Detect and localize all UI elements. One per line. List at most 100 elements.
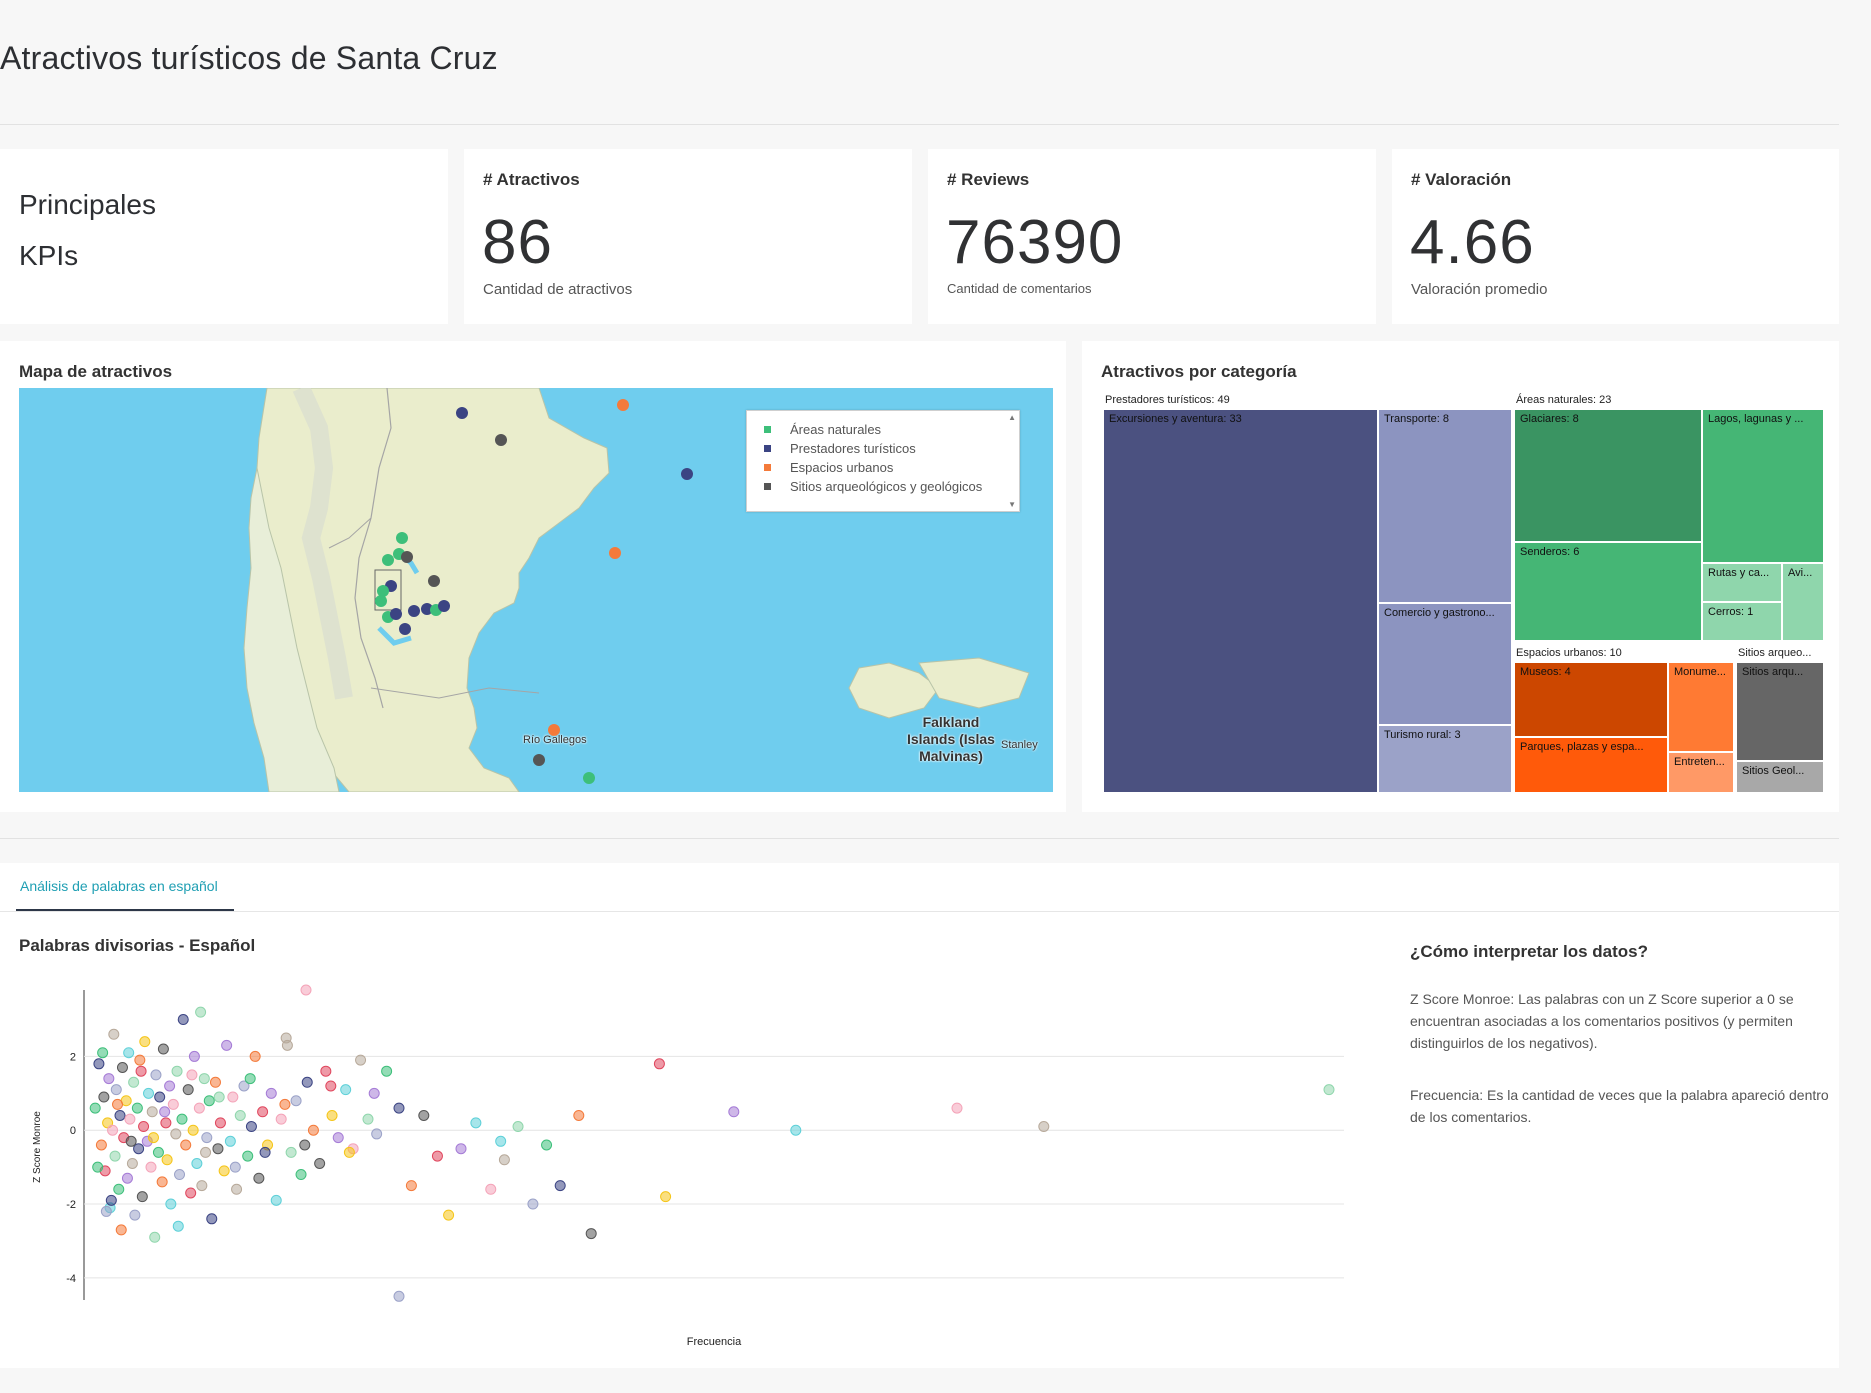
map-marker[interactable] bbox=[617, 399, 629, 411]
map-marker[interactable] bbox=[428, 575, 440, 587]
scatter-point[interactable] bbox=[126, 1157, 138, 1169]
map-canvas[interactable]: Río Gallegos Falkland Islands (Islas Mal… bbox=[19, 388, 1053, 792]
scatter-point[interactable] bbox=[188, 1050, 200, 1062]
map-marker[interactable] bbox=[399, 623, 411, 635]
scatter-point[interactable] bbox=[145, 1161, 157, 1173]
scatter-point[interactable] bbox=[152, 1146, 164, 1158]
treemap-cell-avi[interactable]: Avi... bbox=[1783, 564, 1825, 642]
scatter-point[interactable] bbox=[206, 1213, 218, 1225]
scatter-point[interactable] bbox=[285, 1146, 297, 1158]
treemap-cell-lagos[interactable]: Lagos, lagunas y ... bbox=[1703, 410, 1825, 564]
scatter-point[interactable] bbox=[191, 1157, 203, 1169]
scatter-point[interactable] bbox=[125, 1135, 137, 1147]
scatter-point[interactable] bbox=[418, 1109, 430, 1121]
scatter-point[interactable] bbox=[527, 1198, 539, 1210]
scatter-point[interactable] bbox=[653, 1058, 665, 1070]
scatter-point[interactable] bbox=[212, 1143, 224, 1155]
scatter-point[interactable] bbox=[195, 1006, 207, 1018]
treemap-cell-sitios-geol[interactable]: Sitios Geol... bbox=[1737, 762, 1825, 794]
scatter-point[interactable] bbox=[371, 1128, 383, 1140]
scatter-point[interactable] bbox=[431, 1150, 443, 1162]
scatter-point[interactable] bbox=[89, 1102, 101, 1114]
scatter-point[interactable] bbox=[150, 1069, 162, 1081]
scatter-point[interactable] bbox=[405, 1180, 417, 1192]
scatter-point[interactable] bbox=[186, 1069, 198, 1081]
scatter-point[interactable] bbox=[485, 1183, 497, 1195]
scatter-point[interactable] bbox=[133, 1143, 145, 1155]
map-marker[interactable] bbox=[456, 407, 468, 419]
scatter-point[interactable] bbox=[105, 1194, 117, 1206]
scatter-point[interactable] bbox=[242, 1150, 254, 1162]
scatter-point[interactable] bbox=[129, 1209, 141, 1221]
scatter-point[interactable] bbox=[100, 1205, 112, 1217]
scatter-point[interactable] bbox=[281, 1039, 293, 1051]
scatter-point[interactable] bbox=[325, 1080, 337, 1092]
treemap-cell-parques[interactable]: Parques, plazas y espa... bbox=[1515, 738, 1669, 794]
treemap-cell-glaciares[interactable]: Glaciares: 8 bbox=[1515, 410, 1703, 543]
scatter-point[interactable] bbox=[147, 1132, 159, 1144]
scatter-point[interactable] bbox=[196, 1180, 208, 1192]
scatter-point[interactable] bbox=[368, 1087, 380, 1099]
scatter-point[interactable] bbox=[124, 1113, 136, 1125]
scatter-point[interactable] bbox=[455, 1143, 467, 1155]
scatter-point[interactable] bbox=[554, 1180, 566, 1192]
scatter-point[interactable] bbox=[157, 1043, 169, 1055]
scatter-point[interactable] bbox=[103, 1073, 115, 1085]
map-marker[interactable] bbox=[583, 772, 595, 784]
scatter-point[interactable] bbox=[295, 1169, 307, 1181]
scatter-point[interactable] bbox=[301, 1076, 313, 1088]
scatter-point[interactable] bbox=[109, 1150, 121, 1162]
scatter-point[interactable] bbox=[244, 1073, 256, 1085]
treemap-cell-turismo-rural[interactable]: Turismo rural: 3 bbox=[1379, 726, 1513, 794]
scatter-point[interactable] bbox=[498, 1154, 510, 1166]
treemap-cell-transporte[interactable]: Transporte: 8 bbox=[1379, 410, 1513, 604]
scatter-point[interactable] bbox=[159, 1106, 171, 1118]
scatter-point[interactable] bbox=[185, 1187, 197, 1199]
scatter-point[interactable] bbox=[131, 1102, 143, 1114]
scatter-point[interactable] bbox=[495, 1135, 507, 1147]
legend-scroll-up-icon[interactable]: ▲ bbox=[1008, 413, 1016, 422]
scatter-point[interactable] bbox=[343, 1146, 355, 1158]
scatter-point[interactable] bbox=[108, 1028, 120, 1040]
scatter-point[interactable] bbox=[314, 1157, 326, 1169]
map-marker[interactable] bbox=[401, 551, 413, 563]
treemap-cell-museos[interactable]: Museos: 4 bbox=[1515, 663, 1669, 738]
scatter-point[interactable] bbox=[290, 1095, 302, 1107]
treemap-cell-excursiones[interactable]: Excursiones y aventura: 33 bbox=[1104, 410, 1379, 794]
scatter-point[interactable] bbox=[110, 1084, 122, 1096]
scatter-point[interactable] bbox=[123, 1047, 135, 1059]
scatter-point[interactable] bbox=[541, 1139, 553, 1151]
scatter-point[interactable] bbox=[224, 1135, 236, 1147]
scatter-point[interactable] bbox=[134, 1054, 146, 1066]
map-marker[interactable] bbox=[375, 595, 387, 607]
treemap-cell-senderos[interactable]: Senderos: 6 bbox=[1515, 543, 1703, 642]
treemap-cell-cerros[interactable]: Cerros: 1 bbox=[1703, 603, 1783, 642]
treemap-cell-entretenimiento[interactable]: Entreten... bbox=[1669, 753, 1735, 794]
scatter-point[interactable] bbox=[164, 1080, 176, 1092]
scatter-point[interactable] bbox=[180, 1139, 192, 1151]
scatter-point[interactable] bbox=[234, 1109, 246, 1121]
scatter-point[interactable] bbox=[95, 1139, 107, 1151]
scatter-point[interactable] bbox=[193, 1102, 205, 1114]
scatter-point[interactable] bbox=[209, 1076, 221, 1088]
scatter-point[interactable] bbox=[187, 1124, 199, 1136]
scatter-point[interactable] bbox=[149, 1231, 161, 1243]
scatter-point[interactable] bbox=[160, 1117, 172, 1129]
scatter-point[interactable] bbox=[97, 1047, 109, 1059]
scatter-point[interactable] bbox=[381, 1065, 393, 1077]
scatter-point[interactable] bbox=[245, 1121, 257, 1133]
scatter-point[interactable] bbox=[177, 1014, 189, 1026]
scatter-point[interactable] bbox=[332, 1132, 344, 1144]
scatter-point[interactable] bbox=[139, 1036, 151, 1048]
scatter-point[interactable] bbox=[340, 1084, 352, 1096]
scatter-point[interactable] bbox=[154, 1091, 166, 1103]
scatter-point[interactable] bbox=[362, 1113, 374, 1125]
scatter-point[interactable] bbox=[470, 1117, 482, 1129]
map-marker[interactable] bbox=[533, 754, 545, 766]
map-marker[interactable] bbox=[438, 600, 450, 612]
scatter-point[interactable] bbox=[93, 1058, 105, 1070]
treemap-cell-comercio[interactable]: Comercio y gastrono... bbox=[1379, 604, 1513, 726]
scatter-point[interactable] bbox=[300, 984, 312, 996]
scatter-point[interactable] bbox=[98, 1091, 110, 1103]
scatter-point[interactable] bbox=[1323, 1084, 1335, 1096]
